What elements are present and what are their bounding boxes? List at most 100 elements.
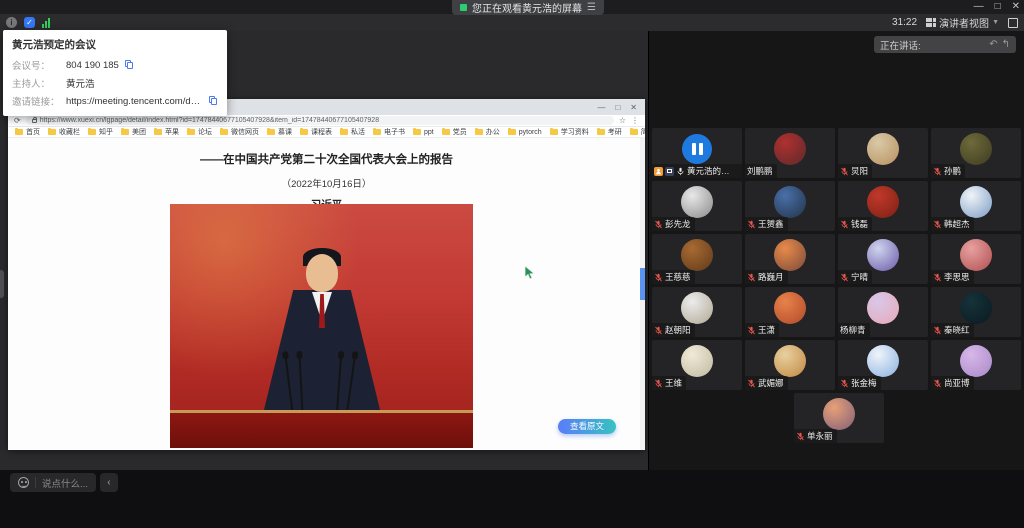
copy-icon[interactable] — [209, 96, 218, 106]
copy-icon[interactable] — [125, 60, 134, 70]
chat-row: 说点什么... ‹ — [10, 473, 118, 492]
fullscreen-icon[interactable] — [1008, 18, 1018, 28]
side-panel-handle[interactable] — [0, 270, 4, 298]
participant-tile[interactable]: 杨柳青 — [838, 287, 928, 337]
mic-muted-icon — [840, 220, 849, 229]
meeting-info-icon[interactable]: i — [6, 17, 17, 28]
bookmark-item[interactable]: 学习资料 — [550, 127, 589, 137]
folder-icon — [597, 129, 605, 135]
browser-close-button[interactable]: ✕ — [630, 103, 637, 112]
folder-icon — [475, 129, 483, 135]
raise-hand-icon[interactable]: ↰ — [1002, 40, 1010, 50]
bookmark-item[interactable]: 首页 — [15, 127, 40, 137]
bookmark-item[interactable]: 私活 — [340, 127, 365, 137]
bookmark-item[interactable]: 苹果 — [154, 127, 179, 137]
watching-banner[interactable]: 您正在观看黄元浩的屏幕 ☰ — [452, 0, 604, 15]
avatar — [774, 186, 806, 218]
screen-share-pause-icon[interactable] — [682, 134, 712, 164]
meeting-timer: 31:22 — [892, 17, 917, 28]
bookmark-item[interactable]: 微信网页 — [220, 127, 259, 137]
participant-namebar: 李思思 — [931, 270, 974, 284]
article-page[interactable]: ——在中国共产党第二十次全国代表大会上的报告 （2022年10月16日） 习近平… — [8, 138, 645, 450]
participant-tile[interactable]: 尚亚博 — [931, 340, 1021, 390]
minimize-button[interactable]: — — [974, 1, 984, 12]
participant-tile[interactable]: 王潇 — [745, 287, 835, 337]
participant-tile[interactable]: 王慈慈 — [652, 234, 742, 284]
bookmark-item[interactable]: 电子书 — [373, 127, 405, 137]
participant-tile[interactable]: 武媚娜 — [745, 340, 835, 390]
browser-maximize-button[interactable]: □ — [615, 103, 620, 112]
url-box[interactable]: https://www.xuexi.cn/lgpage/detail/index… — [26, 116, 614, 125]
mic-muted-icon — [747, 273, 756, 282]
bookmark-item[interactable]: 考研 — [597, 127, 622, 137]
participant-tile[interactable]: 彭先龙 — [652, 181, 742, 231]
folder-icon — [121, 129, 129, 135]
maximize-button[interactable]: □ — [995, 1, 1001, 12]
participant-tile[interactable]: 刘鹏鹏 — [745, 128, 835, 178]
bookmark-item[interactable]: 党员 — [442, 127, 467, 137]
participant-tile[interactable]: 孙鹏 — [931, 128, 1021, 178]
bookmark-label: 考研 — [608, 127, 622, 137]
participant-namebar: 黄元浩的屏幕共享 — [652, 164, 742, 178]
browser-minimize-button[interactable]: — — [597, 103, 605, 112]
bookmark-item[interactable]: 美团 — [121, 127, 146, 137]
participant-tile[interactable]: 单永丽 — [794, 393, 884, 443]
browser-window-controls: — □ ✕ — [589, 103, 645, 112]
collapse-chat-button[interactable]: ‹ — [100, 473, 118, 492]
participant-tile[interactable]: 王维 — [652, 340, 742, 390]
bottom-bar: 说点什么... ‹ — [0, 470, 1024, 528]
watching-banner-label: 您正在观看黄元浩的屏幕 — [472, 0, 582, 15]
bookmark-item[interactable]: 知乎 — [88, 127, 113, 137]
participant-tile[interactable]: 李思思 — [931, 234, 1021, 284]
participant-tile[interactable]: 张金梅 — [838, 340, 928, 390]
banner-menu-icon[interactable]: ☰ — [587, 3, 596, 13]
participant-tile[interactable]: 炅阳 — [838, 128, 928, 178]
bookmark-item[interactable]: 论坛 — [187, 127, 212, 137]
participant-tile[interactable]: 王赟鑫 — [745, 181, 835, 231]
mic-muted-icon — [933, 379, 942, 388]
bookmark-item[interactable]: 简历 — [630, 127, 645, 137]
participant-namebar: 刘鹏鹏 — [745, 164, 777, 178]
folder-icon — [630, 129, 638, 135]
view-mode-button[interactable]: 演讲者视图 ▼ — [926, 15, 999, 30]
browser-menu-icon[interactable]: ⋮ — [631, 117, 639, 125]
participant-name: 宁晴 — [851, 271, 868, 283]
bookmark-item[interactable]: ppt — [413, 129, 434, 136]
participant-tile[interactable]: 韩超杰 — [931, 181, 1021, 231]
participant-name: 路巍月 — [758, 271, 784, 283]
page-scrollbar[interactable] — [640, 138, 645, 450]
bookmark-item[interactable]: 办公 — [475, 127, 500, 137]
bookmark-star-icon[interactable]: ☆ — [619, 117, 626, 125]
close-button[interactable]: ✕ — [1012, 1, 1020, 12]
participant-name: 武媚娜 — [758, 377, 784, 389]
participant-name: 李思思 — [944, 271, 970, 283]
floating-action-button[interactable]: 查看原文 — [558, 419, 616, 434]
avatar — [960, 239, 992, 271]
address-bar: ⟳ https://www.xuexi.cn/lgpage/detail/ind… — [8, 115, 645, 127]
podium — [170, 410, 473, 448]
bookmark-label: 党员 — [453, 127, 467, 137]
bookmark-item[interactable]: 课程表 — [300, 127, 332, 137]
security-shield-icon[interactable]: ✓ — [24, 17, 35, 28]
participant-tile[interactable]: 钱磊 — [838, 181, 928, 231]
participant-name: 王潇 — [758, 324, 775, 336]
emoji-icon[interactable] — [18, 477, 29, 488]
applaud-icon[interactable]: ↶ — [989, 40, 997, 50]
participant-tile[interactable]: 黄元浩的屏幕共享 — [652, 128, 742, 178]
meeting-title: 黄元浩预定的会议 — [12, 37, 218, 52]
network-signal-icon[interactable] — [42, 18, 50, 28]
participant-name: 钱磊 — [851, 218, 868, 230]
browser-window: 学习强国 ✕ C 【学习贯彻党的二十大精神】2022 ✕ + — □ ✕ ⟳ h… — [8, 99, 645, 450]
participant-tile[interactable]: 宁晴 — [838, 234, 928, 284]
bookmark-item[interactable]: pytorch — [508, 129, 542, 136]
participant-namebar: 秦晓红 — [931, 323, 974, 337]
participant-tile[interactable]: 秦晓红 — [931, 287, 1021, 337]
participant-tile[interactable]: 路巍月 — [745, 234, 835, 284]
participant-tile[interactable]: 赵朝阳 — [652, 287, 742, 337]
chat-input[interactable]: 说点什么... — [10, 473, 96, 492]
refresh-icon[interactable]: ⟳ — [14, 117, 21, 125]
bookmark-item[interactable]: 收藏栏 — [48, 127, 80, 137]
participant-namebar: 赵朝阳 — [652, 323, 695, 337]
bookmark-item[interactable]: 慕课 — [267, 127, 292, 137]
scrollbar-thumb[interactable] — [640, 268, 645, 300]
